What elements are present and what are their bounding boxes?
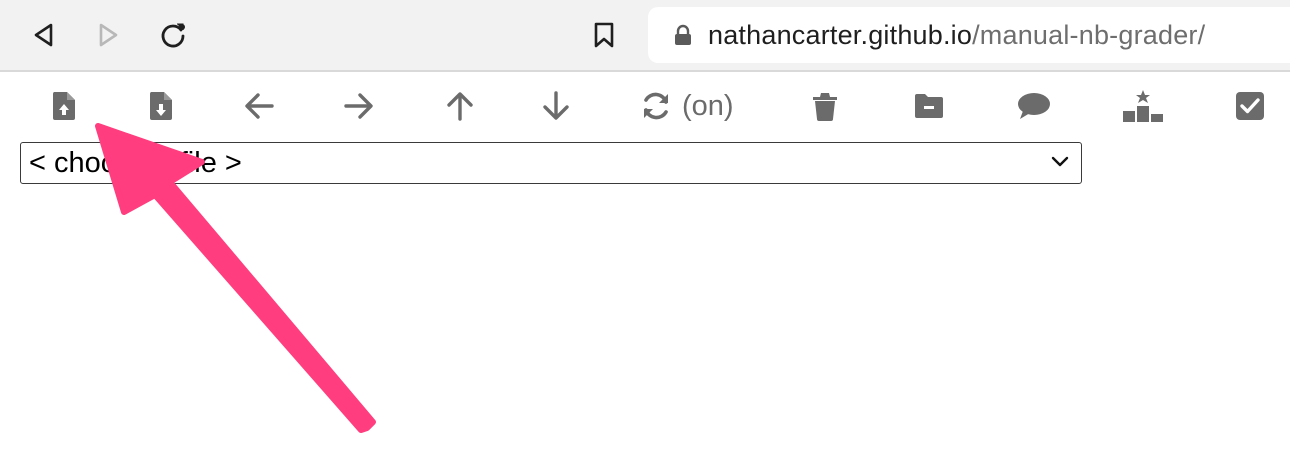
autosave-toggle[interactable]: (on) <box>640 84 734 128</box>
arrow-left-icon <box>245 93 274 119</box>
file-select-value: < choose a file > <box>29 146 242 179</box>
upload-file-button[interactable] <box>50 84 78 128</box>
move-down-button[interactable] <box>542 84 570 128</box>
url-domain: nathancarter.github.io <box>708 19 973 50</box>
forward-button[interactable] <box>90 17 126 53</box>
url-text: nathancarter.github.io/manual-nb-grader/ <box>708 20 1205 51</box>
autosave-status: (on) <box>682 89 734 122</box>
next-button[interactable] <box>343 84 375 128</box>
arrow-up-icon <box>447 92 473 121</box>
file-select[interactable]: < choose a file > <box>20 142 1082 184</box>
rank-button[interactable] <box>1121 84 1165 128</box>
file-download-icon <box>149 92 172 120</box>
triangle-left-icon <box>34 23 53 47</box>
bookmark-icon <box>594 22 614 48</box>
trash-icon <box>813 93 837 121</box>
delete-button[interactable] <box>811 84 839 128</box>
comment-button[interactable] <box>1016 84 1052 128</box>
arrow-down-icon <box>543 91 569 120</box>
move-up-button[interactable] <box>446 84 474 128</box>
address-bar[interactable]: nathancarter.github.io/manual-nb-grader/ <box>648 7 1290 63</box>
podium-icon <box>1123 90 1163 122</box>
previous-button[interactable] <box>243 84 275 128</box>
url-path: /manual-nb-grader/ <box>972 19 1206 50</box>
file-upload-icon <box>52 92 75 120</box>
sync-icon <box>644 92 668 120</box>
app-toolbar: (on) <box>0 80 1290 132</box>
triangle-right-icon <box>99 23 118 47</box>
comment-icon <box>1018 93 1050 119</box>
folder-minus-icon <box>915 94 943 118</box>
reload-icon <box>161 23 185 48</box>
arrow-right-icon <box>344 93 373 119</box>
mark-complete-button[interactable] <box>1235 84 1265 128</box>
close-folder-button[interactable] <box>913 84 945 128</box>
chevron-down-icon <box>1051 155 1069 169</box>
browser-toolbar: nathancarter.github.io/manual-nb-grader/ <box>0 0 1290 72</box>
bookmark-button[interactable] <box>586 17 622 53</box>
checkbox-icon <box>1236 92 1264 120</box>
back-button[interactable] <box>26 17 62 53</box>
lock-icon <box>674 24 692 46</box>
reload-button[interactable] <box>155 17 191 53</box>
download-file-button[interactable] <box>147 84 175 128</box>
